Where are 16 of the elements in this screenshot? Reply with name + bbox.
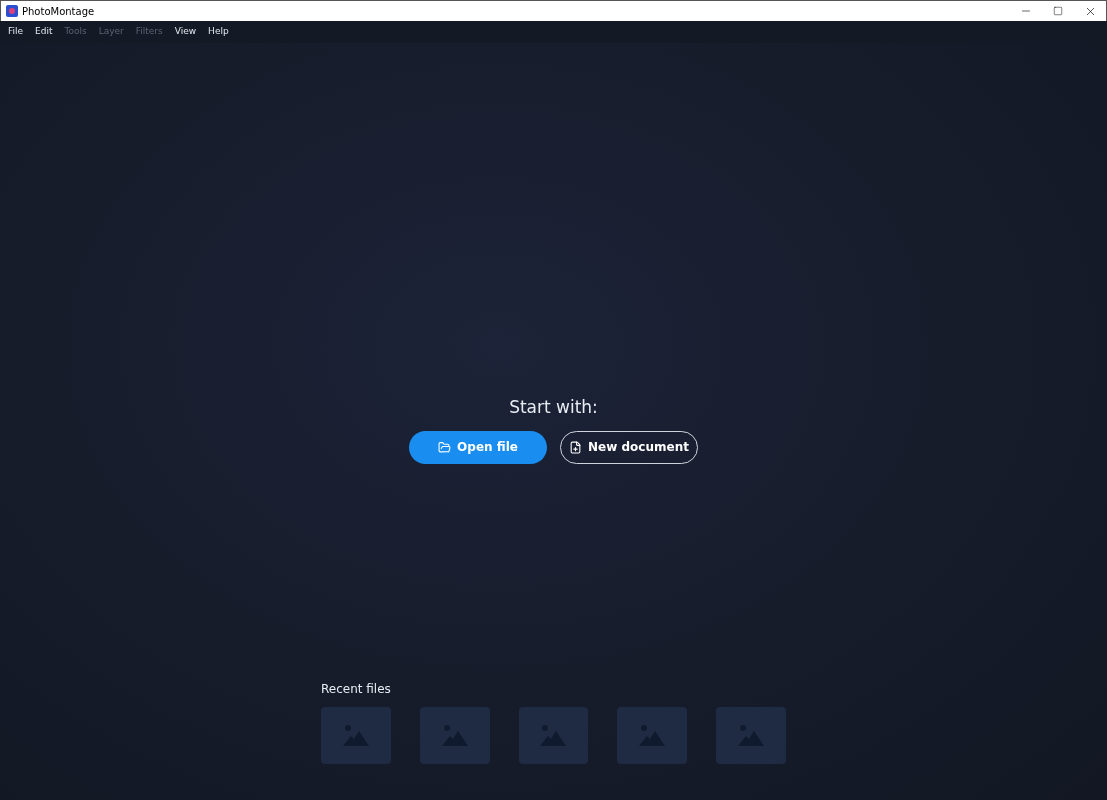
start-heading: Start with: <box>509 396 598 419</box>
app-logo-icon <box>6 5 18 17</box>
maximize-icon <box>1053 6 1063 16</box>
window-title: PhotoMontage <box>22 4 95 19</box>
menu-item[interactable]: Help <box>203 25 234 39</box>
menu-item[interactable]: View <box>169 25 202 39</box>
file-thumbnail[interactable] <box>617 706 688 764</box>
folder-icon <box>438 440 452 454</box>
recent-files-heading: Recent files <box>321 680 392 698</box>
menu-item[interactable]: Edit <box>30 25 58 39</box>
file-plus-icon <box>569 440 583 454</box>
menu-item[interactable]: File <box>3 25 29 39</box>
file-thumbnail[interactable] <box>419 706 490 764</box>
file-thumbnail[interactable] <box>518 706 589 764</box>
file-thumbnail[interactable] <box>321 706 391 764</box>
file-thumbnail[interactable] <box>716 706 786 764</box>
